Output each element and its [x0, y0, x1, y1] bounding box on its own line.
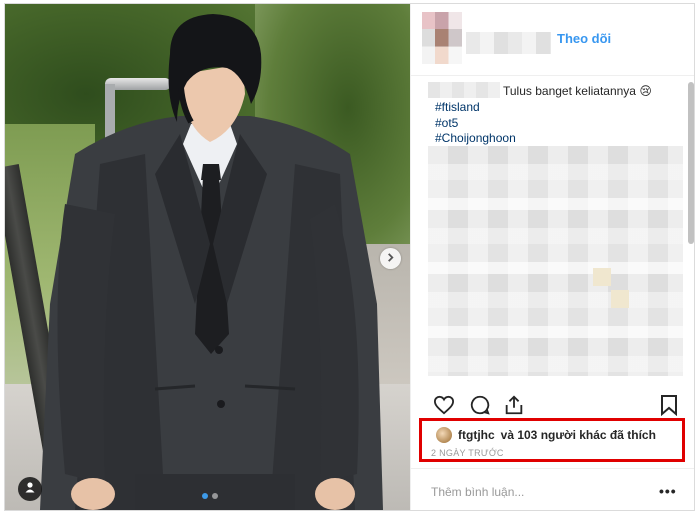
post-photo[interactable]	[5, 4, 410, 510]
comment-icon	[469, 394, 491, 421]
carousel-next-button[interactable]	[380, 248, 401, 269]
liker-avatar[interactable]	[436, 427, 452, 443]
caption-text: Tulus banget keliatannya 😢	[503, 84, 652, 98]
hashtag-link[interactable]: #ftisland	[435, 100, 480, 114]
user-tag-icon	[24, 480, 36, 498]
share-button[interactable]	[503, 394, 525, 421]
like-button[interactable]	[433, 395, 455, 420]
comments-scrollbar[interactable]	[688, 82, 694, 244]
carousel-dot-active	[202, 493, 208, 499]
chevron-right-icon	[386, 252, 395, 265]
person-in-suit-figure	[40, 14, 383, 510]
user-tags-button[interactable]	[18, 477, 42, 501]
hashtag-link[interactable]: #Choijonghoon	[435, 131, 516, 145]
more-icon[interactable]: •••	[659, 483, 677, 499]
likes-count-text[interactable]: và 103 người khác đã thích	[501, 428, 656, 442]
post-sidebar: Theo dõi Tulus banget keliatannya 😢 #fti…	[410, 4, 694, 510]
blurred-comments-accent	[611, 290, 629, 308]
hashtag-link[interactable]: #ot5	[435, 116, 458, 130]
liker-username[interactable]: ftgtjhc	[458, 428, 495, 442]
blurred-username[interactable]	[466, 32, 551, 54]
carousel-dot	[212, 493, 218, 499]
caption-section: Tulus banget keliatannya 😢 #ftisland #ot…	[411, 76, 694, 388]
add-comment-section: Thêm bình luận... •••	[411, 468, 694, 510]
blurred-comments-accent	[593, 268, 611, 286]
save-button[interactable]	[658, 394, 680, 421]
post-header: Theo dõi	[411, 4, 694, 76]
blurred-avatar[interactable]	[422, 12, 462, 64]
follow-button[interactable]: Theo dõi	[557, 31, 611, 46]
bookmark-icon	[660, 394, 678, 421]
instagram-post: Theo dõi Tulus banget keliatannya 😢 #fti…	[4, 3, 695, 511]
share-icon	[503, 394, 525, 421]
action-bar	[411, 388, 694, 421]
likes-summary[interactable]: ftgtjhc và 103 người khác đã thích	[436, 427, 656, 443]
post-timestamp[interactable]: 2 NGÀY TRƯỚC	[431, 448, 504, 458]
heart-icon	[433, 395, 455, 420]
comment-input[interactable]: Thêm bình luận...	[431, 485, 524, 499]
comment-button[interactable]	[469, 394, 491, 421]
blurred-comments	[428, 146, 683, 376]
blurred-caption-username[interactable]	[428, 82, 500, 98]
carousel-indicator	[202, 493, 218, 499]
